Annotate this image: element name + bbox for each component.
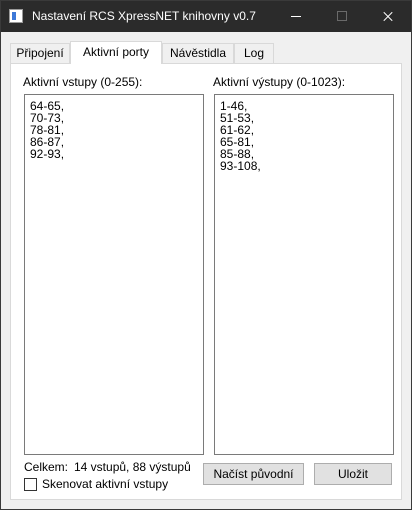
active-outputs-textarea[interactable]: 1-46, 51-53, 61-62, 65-81, 85-88, 93-108… — [214, 94, 394, 455]
app-icon — [9, 9, 23, 23]
outputs-label: Aktivní výstupy (0-1023): — [213, 75, 346, 89]
maximize-icon — [319, 1, 365, 32]
active-inputs-textarea[interactable]: 64-65, 70-73, 78-81, 86-87, 92-93, — [24, 94, 204, 455]
tab-panel: Aktivní vstupy (0-255): 64-65, 70-73, 78… — [10, 63, 402, 500]
scan-inputs-checkbox[interactable] — [24, 478, 37, 491]
window-title: Nastavení RCS XpressNET knihovny v0.7 — [32, 9, 256, 23]
tab-log[interactable]: Log — [234, 43, 274, 63]
scan-inputs-label[interactable]: Skenovat aktivní vstupy — [42, 477, 168, 491]
input-range-line: 92-93, — [30, 147, 65, 161]
save-button[interactable]: Uložit — [314, 463, 392, 485]
close-icon[interactable] — [365, 1, 411, 32]
output-range-line: 93-108, — [220, 159, 261, 173]
tab-pripojeni[interactable]: Připojení — [10, 43, 70, 63]
title-bar[interactable]: Nastavení RCS XpressNET knihovny v0.7 — [1, 1, 411, 32]
tab-aktivni-porty[interactable]: Aktivní porty — [70, 41, 162, 64]
tab-navestidla[interactable]: Návěstidla — [162, 43, 234, 63]
settings-window: Nastavení RCS XpressNET knihovny v0.7 Př… — [0, 0, 412, 510]
minimize-icon[interactable] — [273, 1, 319, 32]
load-original-button[interactable]: Načíst původní — [203, 463, 304, 485]
total-label: Celkem: — [24, 460, 69, 474]
inputs-label: Aktivní vstupy (0-255): — [23, 75, 143, 89]
total-value: 14 vstupů, 88 výstupů — [74, 460, 191, 474]
